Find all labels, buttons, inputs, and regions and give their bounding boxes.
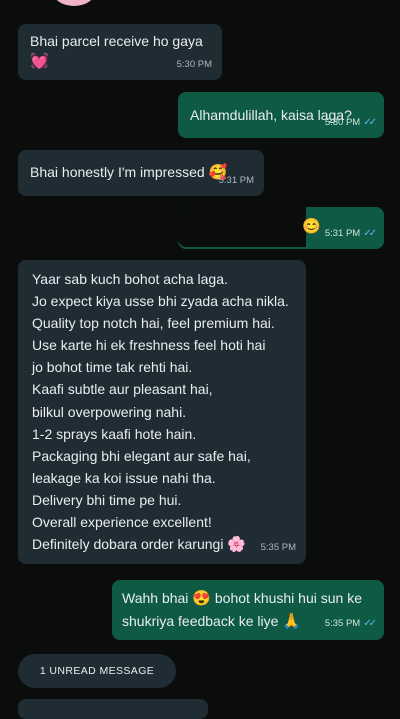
message-time: 5:35 PM <box>260 541 296 553</box>
double-check-icon: ✓✓ <box>363 117 377 128</box>
message-line: Definitely dobara order karungi <box>32 536 224 553</box>
heart-eyes-emoji: 😍 <box>192 590 211 607</box>
message-time: 5:31 PM <box>218 175 254 186</box>
message-line: Kaafi subtle aur pleasant hai, <box>32 381 213 398</box>
message-time: 5:35 PM <box>324 618 361 629</box>
message-time: 5:30 PM <box>176 59 212 70</box>
message-line: shukriya feedback ke liye <box>122 613 279 629</box>
message-line: bilkul overpowering nahi. <box>32 403 187 420</box>
message-line: Yaar sab kuch bohot acha laga. <box>32 271 228 287</box>
message-line: Quality top notch hai, feel premium hai. <box>32 315 275 332</box>
message-line: Overall experience excellent! <box>32 514 212 531</box>
message-text: Bhai parcel receive ho gaya <box>30 33 203 49</box>
message-line: jo bohot time tak rehti hai. <box>32 359 193 376</box>
censored-block <box>178 207 306 247</box>
message-time: 5:30 PM <box>324 117 361 128</box>
message-time: 5:31 PM <box>324 228 361 239</box>
contact-avatar[interactable] <box>52 0 96 6</box>
message-outgoing[interactable]: 😊 5:31 PM ✓✓ <box>178 207 384 249</box>
message-line: Wahh bhai <box>122 590 189 606</box>
unread-label: 1 UNREAD MESSAGE <box>39 665 155 677</box>
message-line: 1-2 sprays kaafi hote hain. <box>32 425 197 442</box>
blossom-emoji: 🌸 <box>227 536 247 554</box>
message-incoming[interactable]: Bhai parcel receive ho gaya 💓 5:30 PM <box>18 24 222 80</box>
message-line: bohot khushi hui sun ke <box>214 590 362 606</box>
message-line: Delivery bhi time pe hui. <box>32 491 182 508</box>
message-line: Use karte hi ek freshness feel hoti hai <box>32 337 266 354</box>
message-line: Packaging bhi elegant aur safe hai, <box>32 447 251 464</box>
message-incoming[interactable] <box>18 699 208 719</box>
message-incoming[interactable]: Bhai honestly I'm impressed 🥰 5:31 PM <box>18 150 264 196</box>
folded-hands-emoji: 🙏 <box>282 613 301 630</box>
message-incoming[interactable]: Yaar sab kuch bohot acha laga. Jo expect… <box>18 260 306 564</box>
unread-messages-badge: 1 UNREAD MESSAGE <box>18 654 176 688</box>
message-text: Bhai honestly I'm impressed <box>30 164 205 180</box>
message-outgoing[interactable]: Wahh bhai 😍 bohot khushi hui sun ke shuk… <box>112 580 384 640</box>
heart-emoji: 💓 <box>30 53 49 70</box>
message-line: Jo expect kiya usse bhi zyada acha nikla… <box>32 293 289 310</box>
double-check-icon: ✓✓ <box>363 228 377 239</box>
smile-emoji: 😊 <box>302 218 321 235</box>
double-check-icon: ✓✓ <box>363 618 377 629</box>
message-outgoing[interactable]: Alhamdulillah, kaisa laga? 5:30 PM ✓✓ <box>178 92 384 138</box>
message-line: leakage ka koi issue nahi tha. <box>32 469 216 486</box>
